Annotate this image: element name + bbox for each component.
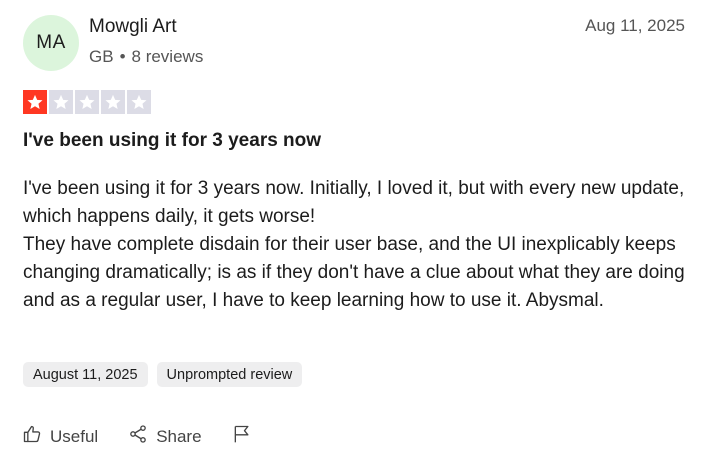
reviewer-country: GB: [89, 47, 114, 66]
star-empty-icon: [127, 90, 151, 114]
share-icon: [128, 424, 148, 449]
review-tags: August 11, 2025 Unprompted review: [23, 362, 303, 387]
report-button[interactable]: [232, 424, 252, 449]
useful-button[interactable]: Useful: [22, 424, 98, 449]
review-title[interactable]: I've been using it for 3 years now: [23, 130, 321, 152]
reviewer-review-count: 8 reviews: [131, 47, 204, 66]
star-rating: [23, 90, 151, 114]
review-body: I've been using it for 3 years now. Init…: [23, 178, 685, 311]
star-empty-icon: [101, 90, 125, 114]
useful-label: Useful: [50, 426, 99, 446]
thumbs-up-icon: [22, 424, 42, 449]
share-button[interactable]: Share: [128, 424, 202, 449]
meta-separator: •: [119, 47, 126, 66]
star-empty-icon: [75, 90, 99, 114]
share-label: Share: [156, 426, 202, 446]
review-card: MA Mowgli Art GB • 8 reviews Aug 11, 202…: [0, 0, 704, 474]
star-filled-icon: [23, 90, 47, 114]
star-empty-icon: [49, 90, 73, 114]
experience-date-badge[interactable]: August 11, 2025: [23, 362, 148, 387]
avatar[interactable]: MA: [23, 15, 79, 71]
reviewer-name[interactable]: Mowgli Art: [89, 16, 177, 38]
review-actions: Useful Share: [22, 424, 252, 449]
avatar-initials: MA: [36, 32, 66, 53]
review-date: Aug 11, 2025: [585, 16, 685, 35]
review-type-badge[interactable]: Unprompted review: [156, 362, 303, 387]
reviewer-meta: GB • 8 reviews: [89, 47, 203, 67]
review-type-label: Unprompted review: [166, 366, 293, 383]
experience-date-label: August 11, 2025: [33, 366, 138, 383]
flag-icon: [232, 424, 252, 449]
